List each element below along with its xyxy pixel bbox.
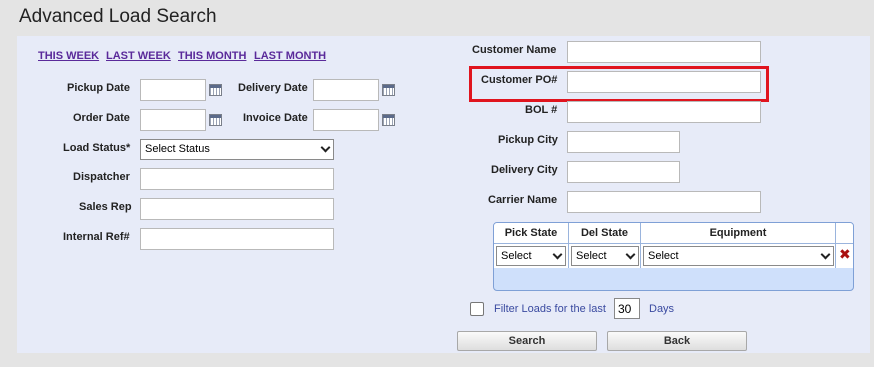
invoice-date-input[interactable] <box>313 109 379 131</box>
calendar-icon[interactable] <box>382 114 395 126</box>
delivery-city-input[interactable] <box>567 161 680 183</box>
customer-po-label: Customer PO# <box>481 74 558 86</box>
table-row: ✖ <box>836 244 853 268</box>
table-row: Select <box>494 244 569 268</box>
equipment-value: Select <box>648 250 679 262</box>
state-equipment-table: Pick State Del State Equipment Select Se… <box>493 222 854 291</box>
pickup-date-input[interactable] <box>140 79 206 101</box>
delivery-date-input[interactable] <box>313 79 379 101</box>
internal-ref-label: Internal Ref# <box>63 231 130 243</box>
pick-state-header: Pick State <box>494 223 569 244</box>
pickup-date-label: Pickup Date <box>67 82 130 94</box>
internal-ref-input[interactable] <box>140 228 334 250</box>
filter-days-input[interactable] <box>614 298 640 319</box>
pick-state-select[interactable]: Select <box>496 246 566 266</box>
invoice-date-label: Invoice Date <box>243 112 308 124</box>
filter-loads-checkbox[interactable] <box>470 302 484 316</box>
equipment-header: Equipment <box>641 223 836 244</box>
page-title: Advanced Load Search <box>19 6 217 27</box>
customer-name-label: Customer Name <box>472 44 557 56</box>
last-week-link[interactable]: LAST WEEK <box>106 50 171 62</box>
dispatcher-input[interactable] <box>140 168 334 190</box>
load-status-select[interactable]: Select Status <box>140 139 334 160</box>
customer-po-input[interactable] <box>567 71 761 93</box>
calendar-icon[interactable] <box>382 84 395 96</box>
filter-loads-label: Filter Loads for the last <box>494 303 606 315</box>
calendar-icon[interactable] <box>209 84 222 96</box>
back-button[interactable]: Back <box>607 331 747 351</box>
carrier-name-label: Carrier Name <box>488 194 558 206</box>
table-row: Select <box>641 244 836 268</box>
pickup-city-input[interactable] <box>567 131 680 153</box>
load-status-label: Load Status* <box>63 142 131 154</box>
days-label: Days <box>649 303 675 315</box>
sales-rep-input[interactable] <box>140 198 334 220</box>
delete-icon[interactable]: ✖ <box>839 248 851 262</box>
chevron-down-icon <box>552 249 563 260</box>
this-week-link[interactable]: THIS WEEK <box>38 50 99 62</box>
this-month-link[interactable]: THIS MONTH <box>178 50 246 62</box>
delivery-city-label: Delivery City <box>491 164 558 176</box>
chevron-down-icon <box>820 249 831 260</box>
carrier-name-input[interactable] <box>567 191 761 213</box>
sales-rep-label: Sales Rep <box>79 201 132 213</box>
pickup-city-label: Pickup City <box>498 134 558 146</box>
del-state-select[interactable]: Select <box>571 246 639 266</box>
pick-state-value: Select <box>501 250 532 262</box>
search-button[interactable]: Search <box>457 331 597 351</box>
bol-input[interactable] <box>567 101 761 123</box>
del-state-header: Del State <box>569 223 641 244</box>
table-row: Select <box>569 244 641 268</box>
dispatcher-label: Dispatcher <box>73 171 130 183</box>
load-status-value: Select Status <box>145 143 210 155</box>
equipment-select[interactable]: Select <box>643 246 834 266</box>
customer-name-input[interactable] <box>567 41 761 63</box>
action-header <box>836 223 853 244</box>
bol-label: BOL # <box>525 104 558 116</box>
last-month-link[interactable]: LAST MONTH <box>254 50 326 62</box>
order-date-input[interactable] <box>140 109 206 131</box>
order-date-label: Order Date <box>73 112 130 124</box>
search-panel: THIS WEEK LAST WEEK THIS MONTH LAST MONT… <box>17 36 870 353</box>
chevron-down-icon <box>320 142 331 153</box>
del-state-value: Select <box>576 250 607 262</box>
delivery-date-label: Delivery Date <box>238 82 308 94</box>
calendar-icon[interactable] <box>209 114 222 126</box>
chevron-down-icon <box>625 249 636 260</box>
